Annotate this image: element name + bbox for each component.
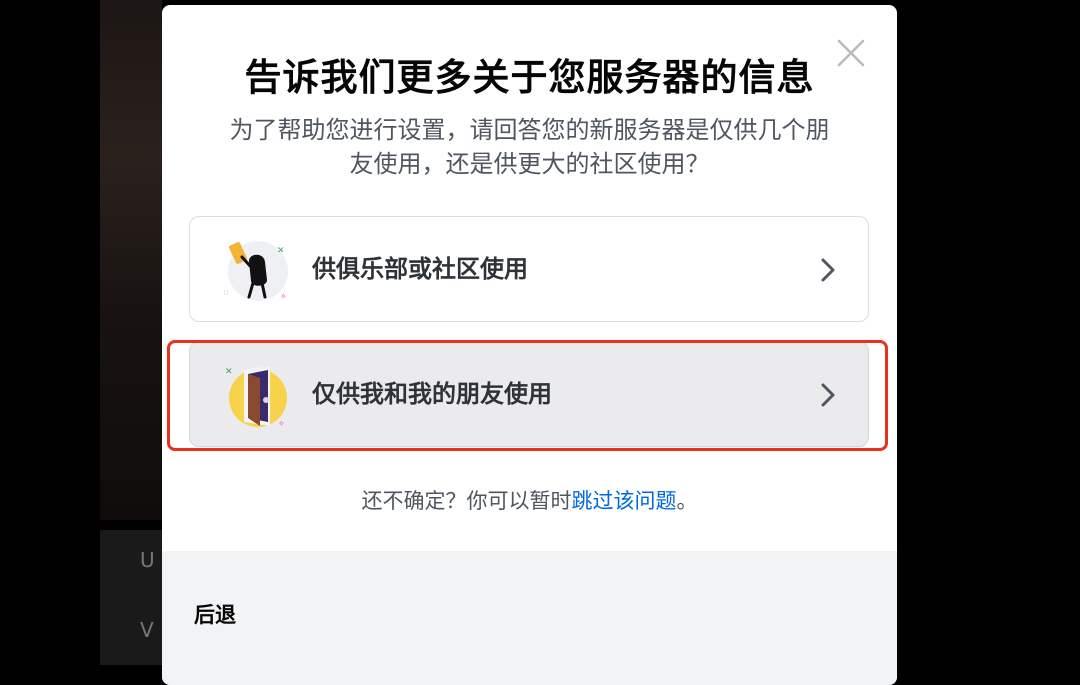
option-label: 仅供我和我的朋友使用 [312,380,552,408]
skip-hint: 还不确定？你可以暂时跳过该问题。 [162,485,897,515]
svg-text:✕: ✕ [225,367,233,377]
background-text-fragment: V [140,618,154,642]
create-server-modal: 告诉我们更多关于您服务器的信息 为了帮助您进行设置，请回答您的新服务器是仅供几个… [162,5,897,685]
svg-text:✧: ✧ [280,292,287,301]
subtitle-line: 为了帮助您进行设置，请回答您的新服务器是仅供几个朋 [229,116,830,144]
friends-door-illustration-icon: ✕ ✧ [225,366,287,428]
club-community-illustration-icon: ✕ ✧ ∷ [224,241,288,301]
option-me-and-friends[interactable]: ✕ ✧ 仅供我和我的朋友使用 [189,341,869,447]
chevron-right-icon [821,383,835,407]
subtitle-line: 友使用，还是供更大的社区使用？ [349,150,710,178]
option-label: 供俱乐部或社区使用 [312,255,528,283]
skip-question-link[interactable]: 跳过该问题 [572,489,677,513]
modal-subtitle: 为了帮助您进行设置，请回答您的新服务器是仅供几个朋 友使用，还是供更大的社区使用… [192,113,867,181]
background-image-strip [100,0,162,520]
option-club-community[interactable]: ✕ ✧ ∷ 供俱乐部或社区使用 [189,216,869,322]
svg-text:∷: ∷ [224,289,228,297]
modal-title: 告诉我们更多关于您服务器的信息 [244,56,815,99]
hint-text-suffix: 。 [676,489,698,513]
back-button[interactable]: 后退 [194,599,236,629]
hint-text: 还不确定？你可以暂时 [361,489,572,513]
svg-text:✧: ✧ [278,419,285,428]
svg-text:✕: ✕ [277,246,285,256]
background-text-fragment: U [140,548,155,572]
chevron-right-icon [821,258,835,282]
